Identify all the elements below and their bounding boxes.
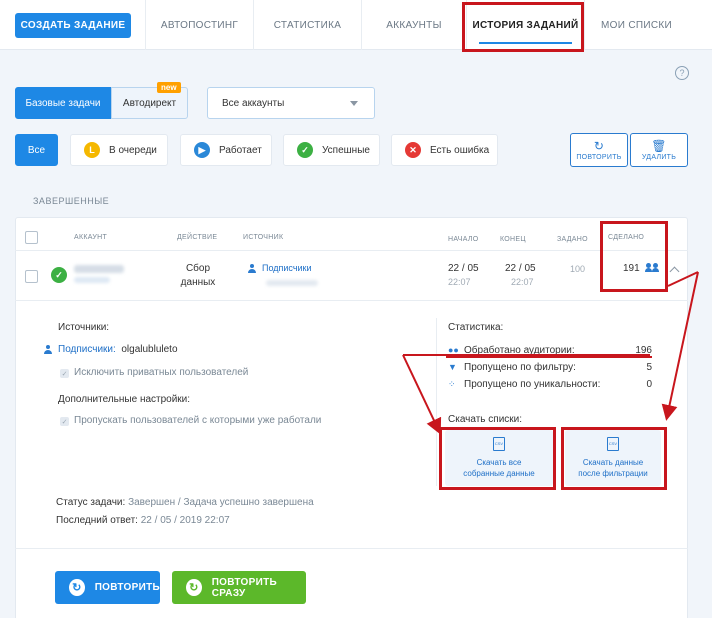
repeat-button[interactable]: ↻ ПОВТОРИТЬ xyxy=(55,571,160,604)
arrow-to-download-filtered xyxy=(661,271,699,421)
arrow-to-download-all xyxy=(402,354,442,435)
divider xyxy=(15,548,688,549)
annotation-arrows xyxy=(402,271,699,435)
arrow-line xyxy=(667,271,699,287)
repeat-now-label: ПОВТОРИТЬ СРАЗУ xyxy=(211,576,277,599)
repeat-label: ПОВТОРИТЬ xyxy=(94,582,160,593)
refresh-icon: ↻ xyxy=(186,579,202,596)
refresh-icon: ↻ xyxy=(69,579,85,596)
repeat-now-button[interactable]: ↻ ПОВТОРИТЬ СРАЗУ xyxy=(172,571,306,604)
